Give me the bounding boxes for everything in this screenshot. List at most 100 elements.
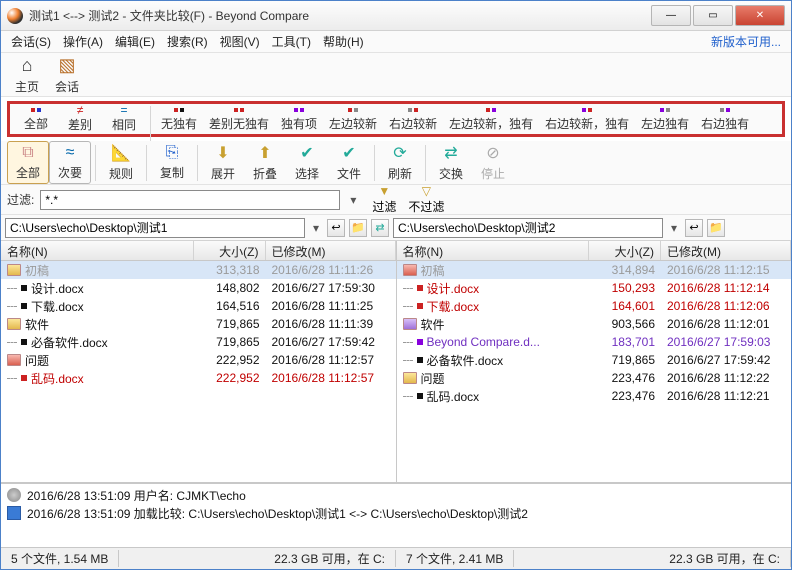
col-modified[interactable]: 已修改(M) xyxy=(661,241,791,260)
home-button[interactable]: ⌂主页 xyxy=(7,53,47,97)
swap-button[interactable]: ⇄交换 xyxy=(430,141,472,184)
col-size[interactable]: 大小(Z) xyxy=(194,241,266,260)
log-panel: 2016/6/28 13:51:09 用户名: CJMKT\echo 2016/… xyxy=(1,483,791,547)
file-row[interactable]: 乱码.docx222,9522016/6/28 11:12:57 xyxy=(1,369,396,387)
menu-edit[interactable]: 编辑(E) xyxy=(109,31,161,52)
file-bullet-icon xyxy=(417,393,423,399)
rules-button[interactable]: 📐规则 xyxy=(100,141,142,184)
minimize-button[interactable]: — xyxy=(651,5,691,26)
maximize-button[interactable]: ▭ xyxy=(693,5,733,26)
filter-left-only[interactable]: 左边独有 xyxy=(635,106,695,132)
file-row[interactable]: 软件719,8652016/6/28 11:11:39 xyxy=(1,315,396,333)
col-modified[interactable]: 已修改(M) xyxy=(266,241,396,260)
show-all-button[interactable]: ⧉全部 xyxy=(7,141,49,184)
file-row[interactable]: 软件903,5662016/6/28 11:12:01 xyxy=(397,315,792,333)
menu-ops[interactable]: 操作(A) xyxy=(57,31,109,52)
right-column-header: 名称(N) 大小(Z) 已修改(M) xyxy=(397,241,792,261)
filter-row: 过滤: ▾ ▼过滤 ▽不过滤 xyxy=(1,185,791,215)
statusbar: 5 个文件, 1.54 MB 22.3 GB 可用，在 C: 7 个文件, 2.… xyxy=(1,547,791,569)
copy-button[interactable]: ⎘复制 xyxy=(151,142,193,183)
disk-icon xyxy=(7,506,21,520)
menu-tools[interactable]: 工具(T) xyxy=(266,31,317,52)
file-row[interactable]: 必备软件.docx719,8652016/6/27 17:59:42 xyxy=(397,351,792,369)
filter-input[interactable] xyxy=(40,190,340,210)
right-path-input[interactable] xyxy=(393,218,663,238)
file-row[interactable]: 初稿313,3182016/6/28 11:11:26 xyxy=(1,261,396,279)
stop-button[interactable]: ⊘停止 xyxy=(472,141,514,184)
check-icon: ✔ xyxy=(300,143,313,163)
right-file-list[interactable]: 初稿314,8942016/6/28 11:12:15设计.docx150,29… xyxy=(397,261,792,482)
filter-dropdown[interactable]: ▾ xyxy=(346,193,360,207)
filter-right-newer[interactable]: 右边较新 xyxy=(383,106,443,132)
swap-paths-button[interactable]: ⇄ xyxy=(371,219,389,237)
menu-view[interactable]: 视图(V) xyxy=(214,31,266,52)
right-path-dropdown[interactable]: ▾ xyxy=(667,221,681,235)
display-filter-bar: 全部 ≠差别 =相同 无独有 差别无独有 独有项 左边较新 右边较新 左边较新，… xyxy=(7,101,785,137)
filter-left-newer[interactable]: 左边较新 xyxy=(323,106,383,132)
left-path-dropdown[interactable]: ▾ xyxy=(309,221,323,235)
col-name[interactable]: 名称(N) xyxy=(397,241,590,260)
filter-none-unique[interactable]: 无独有 xyxy=(155,106,203,132)
filter-left-newer-unique[interactable]: 左边较新，独有 xyxy=(443,106,539,132)
file-row[interactable]: 下载.docx164,6012016/6/28 11:12:06 xyxy=(397,297,792,315)
menu-session[interactable]: 会话(S) xyxy=(5,31,57,52)
left-path-input[interactable] xyxy=(5,218,305,238)
file-bullet-icon xyxy=(417,303,423,309)
path-row: ▾ ↩ 📁 ⇄ ▾ ↩ 📁 xyxy=(1,215,791,241)
file-row[interactable]: 乱码.docx223,4762016/6/28 11:12:21 xyxy=(397,387,792,405)
right-browse-button[interactable]: 📁 xyxy=(707,219,725,237)
update-link[interactable]: 新版本可用... xyxy=(705,31,787,52)
funnel-off-icon: ▽ xyxy=(422,184,431,198)
left-file-list[interactable]: 初稿313,3182016/6/28 11:11:26设计.docx148,80… xyxy=(1,261,396,482)
collapse-icon: ⬆ xyxy=(258,143,271,163)
left-browse-button[interactable]: 📁 xyxy=(349,219,367,237)
filter-right-newer-unique[interactable]: 右边较新，独有 xyxy=(539,106,635,132)
file-row[interactable]: Beyond Compare.d...183,7012016/6/27 17:5… xyxy=(397,333,792,351)
menu-search[interactable]: 搜索(R) xyxy=(161,31,214,52)
refresh-button[interactable]: ⟳刷新 xyxy=(379,141,421,184)
file-icon: ✔ xyxy=(342,143,355,163)
filter-same[interactable]: =相同 xyxy=(102,106,146,132)
status-right-count: 7 个文件, 2.41 MB xyxy=(396,550,514,567)
files-button[interactable]: ✔文件 xyxy=(328,141,370,184)
folder-icon xyxy=(7,354,21,366)
right-history-button[interactable]: ↩ xyxy=(685,219,703,237)
copy-icon: ⎘ xyxy=(166,144,179,162)
file-row[interactable]: 问题223,4762016/6/28 11:12:22 xyxy=(397,369,792,387)
left-history-button[interactable]: ↩ xyxy=(327,219,345,237)
apply-filter-button[interactable]: ▼过滤 xyxy=(366,184,402,215)
menubar: 会话(S) 操作(A) 编辑(E) 搜索(R) 视图(V) 工具(T) 帮助(H… xyxy=(1,31,791,53)
col-name[interactable]: 名称(N) xyxy=(1,241,194,260)
expand-button[interactable]: ⬇展开 xyxy=(202,141,244,184)
clear-filter-button[interactable]: ▽不过滤 xyxy=(408,184,444,215)
menu-help[interactable]: 帮助(H) xyxy=(317,31,370,52)
expand-icon: ⬇ xyxy=(216,143,229,163)
file-row[interactable]: 设计.docx150,2932016/6/28 11:12:14 xyxy=(397,279,792,297)
status-right-disk: 22.3 GB 可用，在 C: xyxy=(659,550,791,567)
folder-icon xyxy=(403,372,417,384)
status-left-disk: 22.3 GB 可用，在 C: xyxy=(264,550,396,567)
minor-button[interactable]: ≈次要 xyxy=(49,141,91,184)
col-size[interactable]: 大小(Z) xyxy=(589,241,661,260)
select-button[interactable]: ✔选择 xyxy=(286,141,328,184)
filter-diff[interactable]: ≠差别 xyxy=(58,106,102,132)
filter-all[interactable]: 全部 xyxy=(14,106,58,132)
filter-unique[interactable]: 独有项 xyxy=(275,106,323,132)
session-button[interactable]: ▧会话 xyxy=(47,53,87,97)
ruler-icon: 📐 xyxy=(111,143,131,163)
stop-icon: ⊘ xyxy=(486,143,499,163)
filter-right-only[interactable]: 右边独有 xyxy=(695,106,755,132)
file-row[interactable]: 初稿314,8942016/6/28 11:12:15 xyxy=(397,261,792,279)
log-line-2: 2016/6/28 13:51:09 加载比较: C:\Users\echo\D… xyxy=(27,505,528,522)
status-left-count: 5 个文件, 1.54 MB xyxy=(1,550,119,567)
file-row[interactable]: 问题222,9522016/6/28 11:12:57 xyxy=(1,351,396,369)
collapse-button[interactable]: ⬆折叠 xyxy=(244,141,286,184)
filter-diff-none-unique[interactable]: 差别无独有 xyxy=(203,106,275,132)
file-row[interactable]: 设计.docx148,8022016/6/27 17:59:30 xyxy=(1,279,396,297)
close-button[interactable]: ✕ xyxy=(735,5,785,26)
home-icon: ⌂ xyxy=(22,55,33,76)
folder-icon xyxy=(403,264,417,276)
file-row[interactable]: 下载.docx164,5162016/6/28 11:11:25 xyxy=(1,297,396,315)
file-row[interactable]: 必备软件.docx719,8652016/6/27 17:59:42 xyxy=(1,333,396,351)
left-column-header: 名称(N) 大小(Z) 已修改(M) xyxy=(1,241,396,261)
